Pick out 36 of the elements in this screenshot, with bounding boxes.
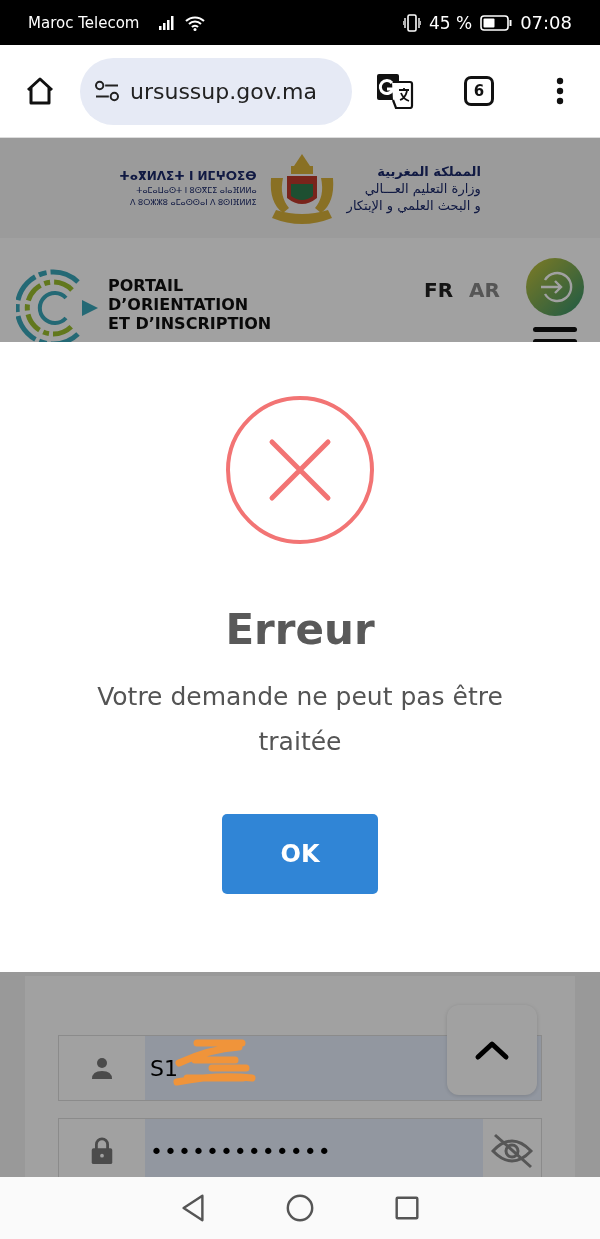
scroll-top-button[interactable] [447,1005,537,1095]
vibrate-icon [402,13,421,32]
ministry-name-tifinagh: ⴷ ⵓⵔⵣⵣⵓ ⴰⵎⴰⵙⵙⴰⵏ ⴷ ⵓⵙⵏⴼⵍⵍⵉ [129,197,257,209]
battery-percent: 45 % [428,12,473,33]
menu-icon[interactable] [556,77,564,105]
ministry-name-arabic: و البحث العلمي و الإبتكار [346,197,481,214]
portal-title: PORTAIL [108,276,185,295]
tab-count-button[interactable]: 6 [464,76,494,106]
password-field[interactable]: ••••••••••••• [58,1118,542,1177]
ministry-name-tifinagh: ⵜⴰⴳⵍⴷⵉⵜ ⵏ ⵍⵎⵖⵔⵉⴱ [119,168,257,185]
address-bar[interactable]: ursussup.gov.ma [80,57,352,125]
ministry-name-tifinagh: ⵜⴰⵎⴰⵡⴰⵙⵜ ⵏ ⵓⵙⴳⵎⵉ ⴰⵏⴰⴼⵍⵍⴰ [135,185,257,197]
ok-button[interactable]: OK [222,814,378,894]
portal-title: D’ORIENTATION [108,295,250,314]
dialog-message: Votre demande ne peut pas être traitée [96,681,504,758]
clock-time: 07:08 [520,12,572,33]
carrier-name: Maroc Telecom [28,13,140,32]
username-value: S1 [150,1055,178,1081]
password-value: ••••••••••••• [150,1138,332,1164]
language-link[interactable]: FR [424,278,454,302]
eye-slash-icon[interactable] [491,1133,533,1169]
dialog-title: Erreur [225,605,375,654]
portal-title: ET D’INSCRIPTION [108,314,272,333]
battery-icon [480,14,513,31]
lock-icon [90,1137,114,1165]
ministry-name-arabic: المملكة المغربية [376,162,481,180]
caret-up-icon [474,1039,510,1061]
home-icon[interactable] [24,75,56,107]
site-settings-icon[interactable] [94,80,120,102]
home-circle-icon[interactable] [285,1193,315,1223]
error-icon [225,395,375,545]
url-text: ursussup.gov.ma [130,78,317,104]
translate-icon[interactable] [376,73,414,109]
ministry-name-arabic: وزارة التعليم العـــالي [363,179,481,197]
login-button[interactable] [526,258,584,316]
wifi-icon [185,14,206,31]
